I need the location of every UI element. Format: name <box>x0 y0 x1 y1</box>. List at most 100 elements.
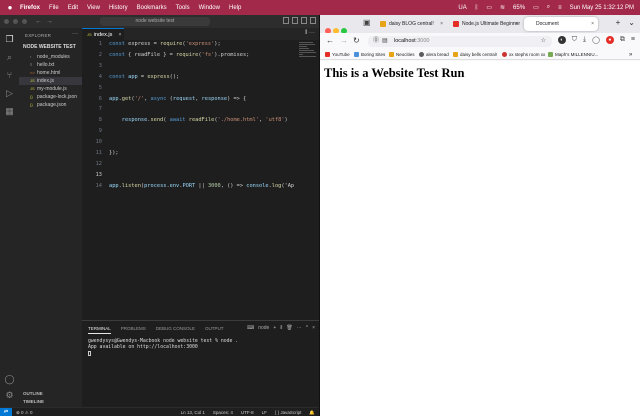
toggle-panel-icon[interactable] <box>292 17 298 24</box>
tab-index-js[interactable]: JS index.js × <box>82 28 124 40</box>
bookmark-neocities[interactable]: Neocities <box>389 51 415 59</box>
run-debug-icon[interactable]: ▷ <box>4 88 15 99</box>
window-zoom-button[interactable] <box>22 19 27 24</box>
code-area[interactable]: 1 2 3 4 5 6 7 8 9 10 11 12 13 14 const express = requ… <box>82 41 319 320</box>
split-terminal-icon[interactable]: ⫴ <box>280 325 282 331</box>
close-tab-icon[interactable]: × <box>515 17 518 31</box>
timeline-section[interactable]: TIMELINE <box>23 399 44 404</box>
extensions-icon[interactable]: ▦ <box>4 106 15 117</box>
apple-menu-icon[interactable]: ● <box>5 3 15 13</box>
clock[interactable]: Sun May 25 1:32:12 PM <box>570 5 634 11</box>
bookmark-daisy-bells[interactable]: daisy bells central! <box>453 51 497 59</box>
list-all-tabs-icon[interactable]: ⌄ <box>628 18 635 27</box>
toggle-secondary-sidebar-icon[interactable] <box>301 17 307 24</box>
code-line[interactable]: const app = express(); <box>109 74 179 80</box>
close-panel-icon[interactable]: × <box>312 325 315 331</box>
code-line[interactable]: response.send( await readFile('./home.ht… <box>109 117 288 123</box>
project-folder[interactable]: NODE WEBSITE TEST <box>23 44 76 50</box>
notifications-icon[interactable]: 🔔 <box>309 408 315 416</box>
indentation[interactable]: Spaces: 4 <box>213 408 233 416</box>
toggle-sidebar-icon[interactable] <box>283 17 289 24</box>
more-actions-icon[interactable]: ··· <box>72 31 78 37</box>
ublock-extension-icon[interactable]: ● <box>605 36 614 44</box>
more-bookmarks-icon[interactable]: » <box>629 51 632 59</box>
browser-tab-active[interactable]: Document × <box>524 17 598 31</box>
menu-view[interactable]: View <box>87 5 100 11</box>
bookmark-stephs-room[interactable]: xx stephs room xx <box>502 51 545 59</box>
close-tab-icon[interactable]: × <box>118 32 121 38</box>
window-minimize-button[interactable] <box>13 19 18 24</box>
shield-icon[interactable]: ⛉ <box>572 36 577 44</box>
menu-edit[interactable]: Edit <box>68 5 78 11</box>
tree-item-package-json[interactable]: {} package.json <box>19 101 82 109</box>
new-tab-icon[interactable]: + <box>616 18 621 27</box>
panel-tab-terminal[interactable]: TERMINAL <box>88 326 111 334</box>
window-close-button[interactable] <box>4 19 9 24</box>
firefox-view-icon[interactable]: ▣ <box>363 18 371 27</box>
nav-forward-icon[interactable]: → <box>46 18 53 25</box>
code-line[interactable]: app.listen(process.env.PORT || 3000, () … <box>109 183 294 189</box>
split-editor-icon[interactable]: ⫴ ··· <box>305 30 315 37</box>
bookmark-alera-bread[interactable]: alera bread <box>419 51 449 59</box>
tree-item-node-modules[interactable]: › node_modules <box>19 53 82 61</box>
minimap[interactable] <box>297 41 319 101</box>
site-info-icon[interactable]: ⓪ <box>373 36 379 47</box>
remote-indicator-icon[interactable]: ⇄ <box>0 408 12 416</box>
extensions-icon[interactable]: ⧉ <box>620 36 625 44</box>
new-terminal-icon[interactable]: + <box>273 325 276 331</box>
nav-back-icon[interactable]: ← <box>35 18 42 25</box>
panel-tab-debug-console[interactable]: DEBUG CONSOLE <box>156 326 195 334</box>
code-line[interactable]: }); <box>109 150 119 156</box>
battery-icon[interactable]: ▭ <box>533 4 539 11</box>
end-of-line[interactable]: LF <box>262 408 267 416</box>
tree-item-package-lock-json[interactable]: {} package-lock.json <box>19 93 82 101</box>
menu-history[interactable]: History <box>109 5 128 11</box>
tree-item-home-html[interactable]: <> home.html <box>19 69 82 77</box>
browser-tab[interactable]: daisy BLOG central! × <box>377 17 447 31</box>
menu-bookmarks[interactable]: Bookmarks <box>137 5 167 11</box>
tree-item-hello-txt[interactable]: ≡ hello.txt <box>19 61 82 69</box>
bluetooth-icon[interactable]: ᛒ <box>475 5 479 11</box>
url-bar[interactable]: ⓪ ▤ localhost:3000 ☆ <box>368 36 552 47</box>
panel-tab-problems[interactable]: PROBLEMS <box>121 326 146 334</box>
panel-tab-output[interactable]: OUTPUT <box>205 326 224 334</box>
more-icon[interactable]: ··· <box>297 325 302 331</box>
extension-icon[interactable]: ◐ <box>557 36 566 44</box>
outline-section[interactable]: OUTLINE <box>23 391 43 396</box>
display-icon[interactable]: ▭ <box>486 4 492 11</box>
bookmark-boring-sites[interactable]: Boring Sites <box>354 51 385 59</box>
code-line[interactable]: const express = require('express'); <box>109 41 221 47</box>
source-control-icon[interactable]: ⑂ <box>4 70 15 81</box>
page-info-icon[interactable]: ▤ <box>382 36 388 47</box>
menu-tools[interactable]: Tools <box>176 5 190 11</box>
encoding[interactable]: UTF-8 <box>241 408 254 416</box>
kill-terminal-icon[interactable]: 🗑 <box>286 325 292 331</box>
tree-item-index-js[interactable]: JS index.js <box>19 77 82 85</box>
code-line[interactable]: const { readFile } = require('fs').promi… <box>109 52 249 58</box>
account-icon[interactable]: ◯ <box>592 36 600 44</box>
browser-tab[interactable]: Node.js Ultimate Beginner × <box>450 17 522 31</box>
forward-icon[interactable]: → <box>340 36 348 45</box>
menu-app-name[interactable]: Firefox <box>20 5 40 11</box>
bookmark-star-icon[interactable]: ☆ <box>541 36 546 47</box>
problems-count[interactable]: ⊗ 0 ⚠ 0 <box>16 408 33 416</box>
maximize-panel-icon[interactable]: ^ <box>306 325 308 331</box>
code-line[interactable]: app.get('/', async (request, response) =… <box>109 96 246 102</box>
menu-file[interactable]: File <box>49 5 59 11</box>
search-icon[interactable]: ⌕ <box>547 4 550 11</box>
command-center-search[interactable]: node website test <box>100 17 210 26</box>
bookmark-maphs-millennium[interactable]: Maph's MILLENNIU... <box>548 51 598 59</box>
terminal-output[interactable]: gwendysys@Gwendys-Macbook node website t… <box>88 339 238 358</box>
bookmark-youtube[interactable]: YouTube <box>325 51 350 59</box>
downloads-icon[interactable]: ⤓ <box>583 36 586 44</box>
reload-icon[interactable]: ↻ <box>353 36 360 45</box>
account-icon[interactable]: ◯ <box>4 374 15 385</box>
app-menu-icon[interactable]: ≡ <box>631 36 635 44</box>
menu-help[interactable]: Help <box>229 5 241 11</box>
explorer-icon[interactable]: ❐ <box>4 34 15 45</box>
search-icon[interactable]: ⌕ <box>4 52 15 63</box>
tree-item-my-module-js[interactable]: JS my-module.js <box>19 85 82 93</box>
battery-percent[interactable]: 65% <box>513 5 525 11</box>
input-source-indicator[interactable]: UA <box>458 5 466 11</box>
close-tab-icon[interactable]: × <box>591 17 594 31</box>
